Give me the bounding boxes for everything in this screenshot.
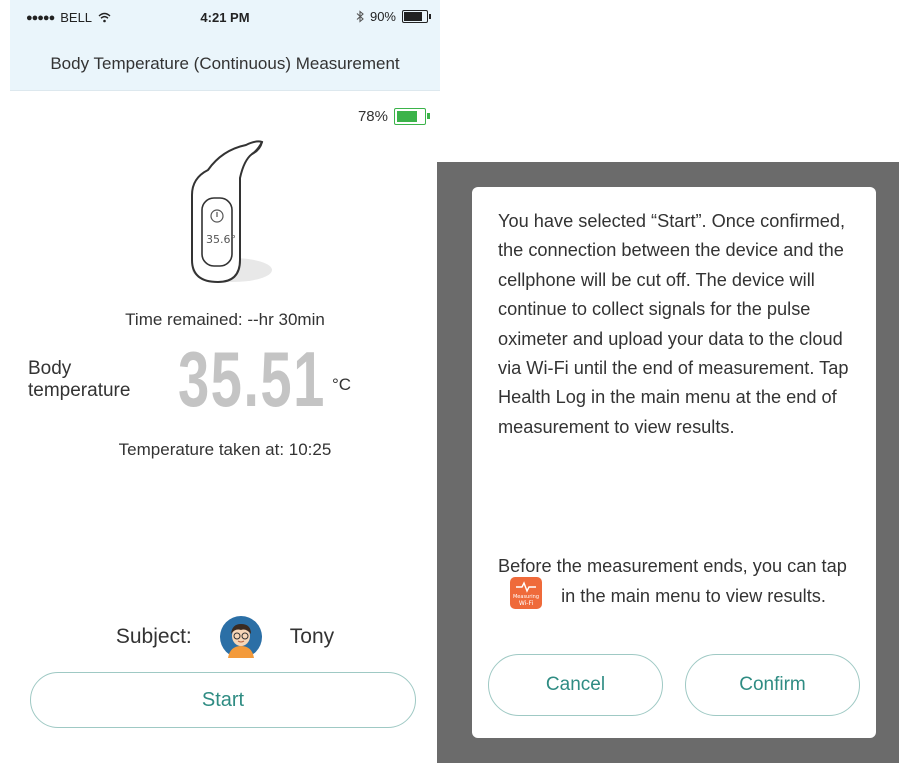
subject-name: Tony	[289, 625, 335, 648]
status-bar: ●●●●● BELL 4:21 PM 90%	[10, 0, 440, 36]
title-bar: Body Temperature (Continuous) Measuremen…	[10, 36, 440, 91]
battery-fill	[404, 12, 422, 21]
measurement-screen: ●●●●● BELL 4:21 PM 90% Body Temperature …	[10, 0, 440, 763]
device-battery-tip	[427, 113, 430, 119]
start-button[interactable]: Start	[30, 672, 416, 728]
subject-row[interactable]: Subject: Tony	[10, 616, 440, 658]
temperature-taken-time: Temperature taken at: 10:25	[118, 440, 332, 459]
battery-tip	[429, 14, 431, 19]
device-battery-fill	[397, 111, 417, 122]
battery-icon	[402, 10, 431, 23]
bluetooth-icon	[356, 10, 364, 23]
temperature-unit: °C	[332, 375, 352, 394]
confirm-start-dialog: You have selected “Start”. Once confirme…	[472, 187, 876, 738]
time-remaining: Time remained: --hr 30min	[125, 310, 325, 329]
dialog-message: You have selected “Start”. Once confirme…	[498, 211, 849, 437]
confirm-button[interactable]: Confirm	[685, 654, 860, 716]
subject-label: Subject:	[115, 625, 192, 648]
body-label-line1: Body	[28, 358, 72, 379]
device-screen-reading: 35.6°	[206, 233, 236, 246]
body-temperature-label: Body temperature	[28, 358, 130, 402]
ear-thermometer-image: 35.6°	[191, 140, 272, 284]
status-right: 90%	[356, 9, 431, 24]
dialog-tip: Before the measurement ends, you can tap…	[498, 552, 858, 613]
avatar[interactable]	[219, 616, 262, 658]
dialog-tip-before: Before the measurement ends, you can tap	[498, 556, 847, 576]
device-battery-icon	[394, 108, 430, 125]
temperature-value: 35.51	[178, 335, 326, 423]
page-title: Body Temperature (Continuous) Measuremen…	[50, 54, 400, 73]
app-icon-text-wifi: Wi-Fi	[519, 600, 534, 607]
device-battery: 78%	[357, 108, 430, 125]
dialog-tip-after: in the main menu to view results.	[561, 586, 826, 607]
device-battery-text: 78%	[357, 108, 388, 125]
status-battery-percent: 90%	[369, 9, 396, 24]
body-label-line2: temperature	[28, 380, 131, 401]
cancel-button[interactable]: Cancel	[488, 654, 663, 716]
measuring-wifi-app-icon: Measuring Wi-Fi	[510, 577, 542, 610]
